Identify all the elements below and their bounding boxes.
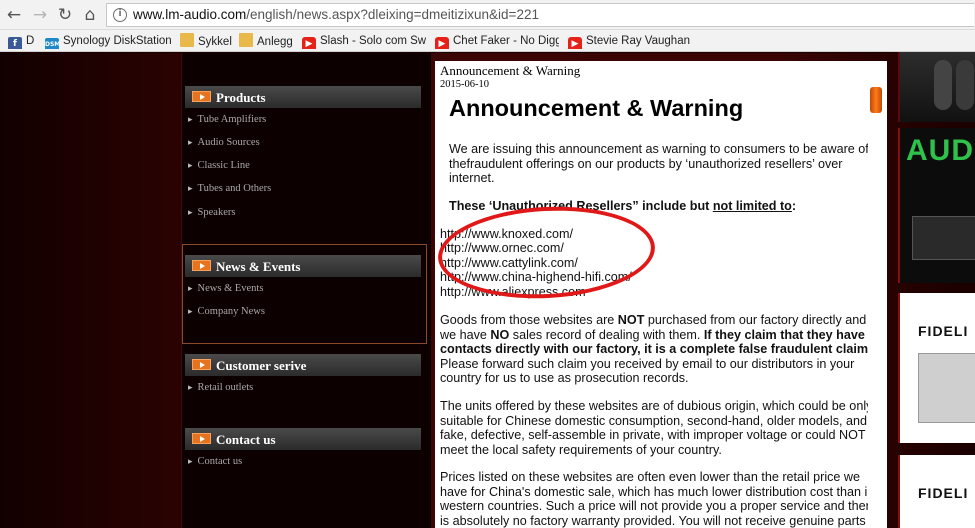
banner-audio[interactable]: AUDI (898, 128, 975, 283)
youtube-icon: ▶ (568, 37, 582, 49)
arrow-flag-icon (192, 433, 211, 444)
bookmark-synology[interactable]: DSM Synology DiskStation (45, 33, 171, 49)
forward-arrow-icon[interactable]: → (30, 5, 50, 25)
page-background: Products Tube Amplifiers Audio Sources C… (0, 53, 975, 528)
facebook-icon: f (8, 37, 22, 49)
list-item: http://www.cattylink.com/ (440, 255, 578, 270)
resellers-heading: These ‘Unauthorized Resellers” include b… (449, 199, 797, 213)
banner-fideli-1[interactable]: FIDELI (898, 293, 975, 443)
arrow-flag-icon (192, 91, 211, 102)
list-item: http://www.aliexpress.com (440, 284, 586, 299)
list-item: http://www.china-highend-hifi.com/ (440, 270, 632, 285)
sidebar-item-retail-outlets[interactable]: Retail outlets (188, 382, 254, 393)
folder-icon (239, 33, 253, 47)
page-title: Announcement & Warning (449, 95, 744, 121)
dsm-icon: DSM (45, 38, 60, 49)
bookmark-youtube-stevie[interactable]: ▶ Stevie Ray Vaughan - (568, 33, 692, 49)
back-arrow-icon[interactable]: ← (4, 5, 24, 25)
sidebar-item-audio-sources[interactable]: Audio Sources (188, 137, 260, 148)
bookmarks-bar: fD DSM Synology DiskStation Sykkel Anlegg… (0, 30, 975, 52)
article-panel: Announcement & Warning 2015-06-10 Announ… (435, 61, 887, 528)
reload-icon[interactable]: ↻ (55, 5, 75, 25)
list-item: http://www.ornec.com/ (440, 241, 564, 256)
reseller-list: http://www.knoxed.com/ http://www.ornec.… (440, 227, 632, 299)
sidebar-item-news-events[interactable]: News & Events (188, 283, 264, 294)
arrow-flag-icon (192, 260, 211, 271)
units-paragraph: The units offered by these websites are … (440, 399, 873, 457)
customer-service-heading[interactable]: Customer serive (185, 354, 421, 376)
youtube-icon: ▶ (302, 37, 316, 49)
sidebar-item-tubes-and-others[interactable]: Tubes and Others (188, 183, 272, 194)
folder-icon (180, 33, 194, 47)
products-heading[interactable]: Products (185, 86, 421, 108)
article-date: 2015-06-10 (440, 79, 489, 90)
home-icon[interactable]: ⌂ (80, 5, 100, 25)
bookmark-folder-anlegg[interactable]: Anlegg (239, 33, 295, 49)
goods-paragraph: Goods from those websites are NOT purcha… (440, 313, 872, 385)
youtube-icon: ▶ (435, 37, 449, 49)
scrollbar-track[interactable] (868, 61, 886, 528)
sidebar-item-classic-line[interactable]: Classic Line (188, 160, 250, 171)
bookmark-facebook[interactable]: fD (8, 33, 38, 49)
sidebar-item-contact-us[interactable]: Contact us (188, 456, 243, 467)
speaker-image (934, 60, 952, 110)
amplifier-image (918, 353, 975, 423)
browser-toolbar: ← → ↻ ⌂ i www.lm-audio.com/english/news.… (0, 0, 975, 30)
news-events-heading[interactable]: News & Events (185, 255, 421, 277)
sidebar: Products Tube Amplifiers Audio Sources C… (181, 53, 431, 528)
amplifier-image (912, 216, 975, 260)
scrollbar-thumb[interactable] (870, 87, 882, 113)
banner-fideli-2[interactable]: FIDELI (898, 455, 975, 528)
bookmark-youtube-slash[interactable]: ▶ Slash - Solo com Swe (302, 33, 426, 49)
banner-speakers[interactable] (898, 52, 975, 122)
list-item: http://www.knoxed.com/ (440, 227, 573, 241)
address-bar[interactable]: i www.lm-audio.com/english/news.aspx?dle… (106, 3, 974, 27)
arrow-flag-icon (192, 359, 211, 370)
url-text[interactable]: www.lm-audio.com/english/news.aspx?dleix… (133, 7, 539, 22)
sidebar-item-company-news[interactable]: Company News (188, 306, 265, 317)
intro-paragraph: We are issuing this announcement as warn… (449, 142, 869, 185)
url-domain: www.lm-audio.com (133, 7, 247, 22)
sidebar-item-tube-amplifiers[interactable]: Tube Amplifiers (188, 114, 267, 125)
info-icon[interactable]: i (113, 8, 127, 22)
bookmark-folder-sykkel[interactable]: Sykkel (180, 33, 232, 49)
breadcrumb: Announcement & Warning (440, 63, 581, 78)
sidebar-item-speakers[interactable]: Speakers (188, 207, 236, 218)
contact-heading[interactable]: Contact us (185, 428, 421, 450)
url-path: /english/news.aspx?dleixing=dmeitizixun&… (246, 7, 539, 22)
bookmark-youtube-chet[interactable]: ▶ Chet Faker - No Diggi (435, 33, 559, 49)
prices-paragraph: Prices listed on these websites are ofte… (440, 470, 877, 528)
